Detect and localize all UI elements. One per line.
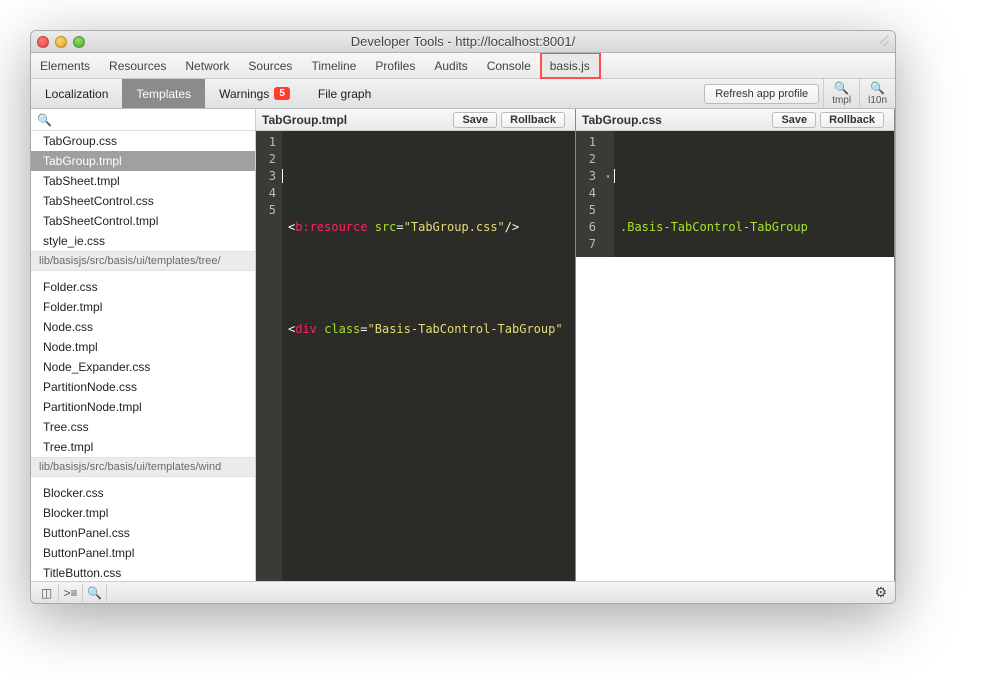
search-l10n-button[interactable]: 🔍 l10n	[859, 79, 895, 108]
devtools-main-tabs: Elements Resources Network Sources Timel…	[31, 53, 895, 79]
file-item[interactable]: TabGroup.css	[31, 131, 255, 151]
file-item[interactable]: Blocker.tmpl	[31, 503, 255, 523]
console-toggle-icon[interactable]: >≡	[59, 584, 83, 602]
devtools-window: Developer Tools - http://localhost:8001/…	[30, 30, 896, 604]
code-line	[288, 168, 569, 185]
search-icon: 🔍	[870, 81, 885, 95]
fold-arrow-icon[interactable]: ▾	[602, 168, 614, 185]
resize-corner-icon[interactable]	[877, 35, 891, 49]
tab-resources[interactable]: Resources	[100, 53, 176, 78]
search-l10n-label: l10n	[868, 95, 887, 106]
zoom-window-icon[interactable]	[73, 36, 85, 48]
search-icon: 🔍	[834, 81, 849, 95]
code-line	[288, 372, 569, 389]
file-item[interactable]: Folder.css	[31, 277, 255, 297]
file-item[interactable]: PartitionNode.css	[31, 377, 255, 397]
tab-network[interactable]: Network	[176, 53, 239, 78]
close-window-icon[interactable]	[37, 36, 49, 48]
file-item[interactable]: PartitionNode.tmpl	[31, 397, 255, 417]
fold-gutter: ▾	[602, 131, 614, 257]
tab-timeline[interactable]: Timeline	[302, 53, 366, 78]
body-area: 🔍 TabGroup.css TabGroup.tmpl TabSheet.tm…	[31, 109, 895, 581]
file-item[interactable]: TitleButton.css	[31, 563, 255, 581]
warnings-badge: 5	[274, 87, 290, 100]
file-item[interactable]: ButtonPanel.tmpl	[31, 543, 255, 563]
file-search-input[interactable]	[52, 114, 249, 126]
file-item[interactable]: Blocker.css	[31, 483, 255, 503]
file-item[interactable]: TabSheet.tmpl	[31, 171, 255, 191]
subtab-filegraph[interactable]: File graph	[304, 79, 385, 108]
file-item[interactable]: Tree.tmpl	[31, 437, 255, 457]
file-item[interactable]: TabGroup.tmpl	[31, 151, 255, 171]
refresh-app-profile-button[interactable]: Refresh app profile	[704, 84, 819, 104]
css-save-button[interactable]: Save	[772, 112, 816, 128]
css-pane-header: TabGroup.css Save Rollback	[576, 109, 894, 131]
tab-audits[interactable]: Audits	[425, 53, 477, 78]
code-line: <b:resource src="TabGroup.css"/>	[288, 219, 569, 236]
subtab-templates[interactable]: Templates	[122, 79, 205, 108]
search-tmpl-button[interactable]: 🔍 tmpl	[823, 79, 859, 108]
file-item[interactable]: TabSheetControl.css	[31, 191, 255, 211]
tab-console[interactable]: Console	[478, 53, 541, 78]
line-gutter: 1 2 3 4 5	[256, 131, 282, 581]
sub-toolbar: Localization Templates Warnings 5 File g…	[31, 79, 895, 109]
search-icon: 🔍	[37, 113, 52, 127]
template-pane-header: TabGroup.tmpl Save Rollback	[256, 109, 575, 131]
template-editor-pane: TabGroup.tmpl Save Rollback 1 2 3 4 5 <b…	[256, 109, 576, 581]
file-group-header: lib/basisjs/src/basis/ui/templates/tree/	[31, 251, 255, 271]
code-area[interactable]: .Basis-TabControl-TabGroup { float: left…	[614, 131, 894, 257]
file-group-header: lib/basisjs/src/basis/ui/templates/wind	[31, 457, 255, 477]
code-line	[620, 168, 888, 185]
css-pane-title: TabGroup.css	[582, 113, 662, 127]
code-line: <div class="Basis-TabControl-TabGroup"	[288, 321, 569, 338]
window-titlebar: Developer Tools - http://localhost:8001/	[31, 31, 895, 53]
subtab-warnings-label: Warnings	[219, 87, 269, 101]
file-item[interactable]: ButtonPanel.css	[31, 523, 255, 543]
subtab-warnings[interactable]: Warnings 5	[205, 79, 304, 108]
search-tmpl-label: tmpl	[832, 95, 851, 106]
template-save-button[interactable]: Save	[453, 112, 497, 128]
file-item[interactable]: Folder.tmpl	[31, 297, 255, 317]
file-item[interactable]: Node_Expander.css	[31, 357, 255, 377]
file-item[interactable]: TabSheetControl.tmpl	[31, 211, 255, 231]
tab-elements[interactable]: Elements	[31, 53, 100, 78]
window-title: Developer Tools - http://localhost:8001/	[31, 34, 895, 49]
css-editor[interactable]: 1 2 3 4 5 6 7 ▾ .Basis-TabControl-TabGro…	[576, 131, 894, 257]
tab-profiles[interactable]: Profiles	[366, 53, 425, 78]
search-icon[interactable]: 🔍	[83, 584, 107, 602]
css-editor-pane: TabGroup.css Save Rollback 1 2 3 4 5 6 7…	[576, 109, 895, 581]
file-item[interactable]: style_ie.css	[31, 231, 255, 251]
minimize-window-icon[interactable]	[55, 36, 67, 48]
subtab-localization[interactable]: Localization	[31, 79, 122, 108]
status-bar: ◫ >≡ 🔍 ⚙	[31, 581, 895, 603]
code-line	[288, 270, 569, 287]
css-rollback-button[interactable]: Rollback	[820, 112, 884, 128]
file-list: TabGroup.css TabGroup.tmpl TabSheet.tmpl…	[31, 131, 255, 581]
dock-side-icon[interactable]: ◫	[35, 584, 59, 602]
template-editor[interactable]: 1 2 3 4 5 <b:resource src="TabGroup.css"…	[256, 131, 575, 581]
line-gutter: 1 2 3 4 5 6 7	[576, 131, 602, 257]
code-line: .Basis-TabControl-TabGroup	[620, 219, 888, 236]
code-area[interactable]: <b:resource src="TabGroup.css"/> <div cl…	[282, 131, 575, 581]
traffic-lights	[37, 36, 85, 48]
css-editor-empty-area[interactable]	[576, 257, 894, 581]
file-item[interactable]: Node.tmpl	[31, 337, 255, 357]
tab-sources[interactable]: Sources	[239, 53, 302, 78]
file-search-row: 🔍	[31, 109, 255, 131]
template-rollback-button[interactable]: Rollback	[501, 112, 565, 128]
template-pane-title: TabGroup.tmpl	[262, 113, 347, 127]
file-item[interactable]: Tree.css	[31, 417, 255, 437]
file-item[interactable]: Node.css	[31, 317, 255, 337]
tab-basisjs[interactable]: basis.js	[541, 53, 600, 78]
settings-gear-icon[interactable]: ⚙	[874, 584, 891, 601]
file-sidebar: 🔍 TabGroup.css TabGroup.tmpl TabSheet.tm…	[31, 109, 256, 581]
